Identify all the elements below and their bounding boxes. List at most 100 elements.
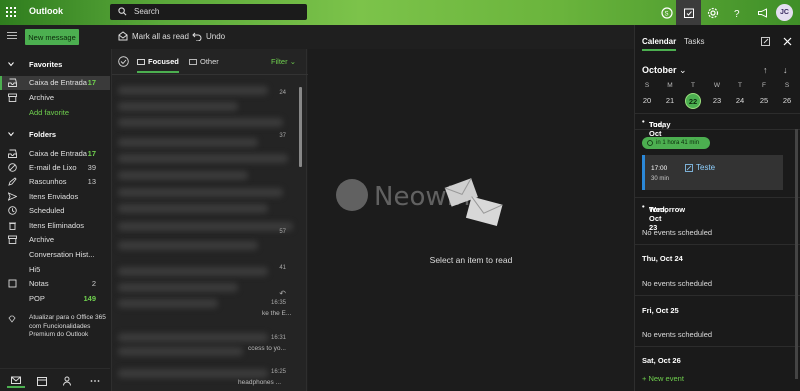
folder-label: Conversation Hist... bbox=[29, 250, 95, 259]
calendar-day[interactable]: 24 bbox=[732, 93, 748, 109]
scrollbar[interactable] bbox=[795, 129, 798, 379]
agenda-header-tomorrow: Tomorrow • Wed, Oct 23 bbox=[642, 202, 686, 232]
folder-label: Archive bbox=[29, 235, 55, 244]
tab-tasks[interactable]: Tasks bbox=[684, 37, 704, 46]
calendar-day[interactable]: 20 bbox=[639, 93, 655, 109]
calendar-day-today[interactable]: 22 bbox=[685, 93, 701, 109]
folder-deleted[interactable]: Itens Eliminados bbox=[0, 219, 110, 233]
new-event-button[interactable]: + New event bbox=[642, 374, 684, 383]
svg-text:S: S bbox=[664, 11, 668, 17]
inbox-icon bbox=[8, 149, 17, 158]
list-item[interactable]: 41 ↶ 16:35 ke the E... bbox=[112, 259, 302, 319]
folders-header-label: Folders bbox=[29, 130, 57, 139]
chevron-down-icon bbox=[8, 62, 14, 67]
item-count: 13 bbox=[87, 177, 96, 186]
my-day-button[interactable] bbox=[676, 0, 701, 25]
favorite-archive[interactable]: Archive bbox=[0, 91, 110, 105]
search-icon bbox=[118, 7, 127, 16]
blurred-text bbox=[118, 283, 238, 292]
calendar-pane: Calendar Tasks October ⌄ ↑ ↓ S M T W T F… bbox=[634, 25, 800, 391]
settings-button[interactable] bbox=[700, 0, 725, 25]
undo-button[interactable]: Undo bbox=[192, 31, 225, 41]
avatar[interactable]: JC bbox=[776, 4, 793, 21]
search-box[interactable]: Search bbox=[110, 4, 307, 20]
tab-calendar[interactable]: Calendar bbox=[642, 37, 677, 51]
megaphone-icon bbox=[757, 7, 767, 18]
calendar-day[interactable]: 25 bbox=[756, 93, 772, 109]
empty-reading-text: Select an item to read bbox=[429, 255, 513, 265]
mark-all-read-button[interactable]: Mark all as read bbox=[118, 31, 189, 41]
folder-inbox[interactable]: Caixa de Entrada 17 bbox=[0, 147, 110, 161]
filter-button[interactable]: Filter ⌄ bbox=[271, 57, 296, 66]
message-time: 16:31 bbox=[270, 335, 286, 341]
blurred-text bbox=[118, 333, 268, 342]
weekday-label: T bbox=[691, 82, 695, 89]
upgrade-link[interactable]: Atualizar para o Office 365 com Funciona… bbox=[29, 314, 109, 340]
add-favorite-link[interactable]: Add favorite bbox=[0, 106, 110, 120]
filter-label: Filter bbox=[270, 57, 288, 66]
undo-icon bbox=[192, 32, 202, 41]
people-module-button[interactable] bbox=[59, 373, 77, 388]
gear-icon bbox=[707, 7, 718, 18]
folder-conversation-history[interactable]: Conversation Hist... bbox=[0, 248, 110, 262]
favorites-header[interactable]: Favorites bbox=[0, 58, 110, 72]
folder-scheduled[interactable]: Scheduled bbox=[0, 204, 110, 218]
folder-archive[interactable]: Archive bbox=[0, 233, 110, 247]
blurred-text bbox=[118, 204, 268, 213]
help-button[interactable]: ? bbox=[724, 0, 749, 25]
folder-label: POP bbox=[29, 294, 45, 303]
blurred-text bbox=[118, 347, 243, 356]
folder-hi5[interactable]: Hi5 bbox=[0, 263, 110, 277]
folder-notes[interactable]: Notas 2 bbox=[0, 277, 110, 291]
envelope-open-icon bbox=[118, 31, 128, 41]
people-icon bbox=[63, 376, 71, 386]
list-item[interactable]: 16:25 headphones ... bbox=[112, 363, 302, 391]
clock-icon bbox=[8, 206, 17, 215]
mail-module-button[interactable] bbox=[7, 373, 25, 388]
list-item[interactable]: 16:31 ccess to yo... bbox=[112, 327, 302, 361]
weekday-label: T bbox=[738, 82, 742, 89]
blurred-text bbox=[118, 154, 288, 163]
folder-sent[interactable]: Itens Enviados bbox=[0, 190, 110, 204]
agenda-header-day: Sat, Oct 26 bbox=[635, 353, 800, 368]
undo-label: Undo bbox=[206, 31, 226, 41]
calendar-day[interactable]: 23 bbox=[709, 93, 725, 109]
select-all-checkbox-icon[interactable] bbox=[118, 56, 129, 67]
divider bbox=[635, 197, 800, 198]
calendar-day[interactable]: 21 bbox=[662, 93, 678, 109]
event-card[interactable]: 17:00 30 min Teste bbox=[642, 155, 783, 190]
folders-header[interactable]: Folders bbox=[0, 128, 110, 142]
app-launcher-icon[interactable] bbox=[6, 7, 16, 17]
favorite-inbox[interactable]: Caixa de Entrada 17 bbox=[0, 76, 110, 90]
more-modules-button[interactable] bbox=[86, 373, 104, 388]
tab-focused[interactable]: Focused bbox=[137, 57, 179, 73]
folder-label: Hi5 bbox=[29, 265, 41, 274]
previous-week-button[interactable]: ↑ bbox=[763, 65, 768, 75]
archive-icon bbox=[8, 235, 17, 244]
event-title-text: Teste bbox=[696, 163, 716, 172]
pop-out-icon[interactable] bbox=[761, 37, 770, 46]
message-time: 41 bbox=[279, 265, 286, 271]
skype-icon: S bbox=[660, 6, 673, 19]
hamburger-icon[interactable] bbox=[7, 32, 17, 40]
chevron-down-icon: ⌄ bbox=[289, 57, 296, 66]
new-message-button[interactable]: New message bbox=[25, 29, 79, 45]
blurred-text bbox=[118, 138, 258, 147]
mail-icon bbox=[11, 376, 21, 384]
scrollbar[interactable] bbox=[299, 87, 302, 167]
more-icon bbox=[90, 379, 100, 382]
app-title[interactable]: Outlook bbox=[29, 6, 63, 16]
calendar-module-button[interactable] bbox=[33, 373, 51, 388]
folder-drafts[interactable]: Rascunhos 13 bbox=[0, 175, 110, 189]
agenda-date: Fri, Oct 25 bbox=[642, 306, 679, 315]
whats-new-button[interactable] bbox=[750, 0, 775, 25]
calendar-day[interactable]: 26 bbox=[779, 93, 795, 109]
blurred-text bbox=[118, 188, 283, 197]
folder-pop[interactable]: POP 149 bbox=[0, 292, 110, 306]
diamond-icon bbox=[8, 315, 16, 323]
tab-other[interactable]: Other bbox=[189, 57, 219, 66]
next-week-button[interactable]: ↓ bbox=[783, 65, 788, 75]
month-label[interactable]: October ⌄ bbox=[642, 65, 687, 76]
close-icon[interactable] bbox=[783, 37, 792, 46]
folder-junk[interactable]: E-mail de Lixo 39 bbox=[0, 161, 110, 175]
